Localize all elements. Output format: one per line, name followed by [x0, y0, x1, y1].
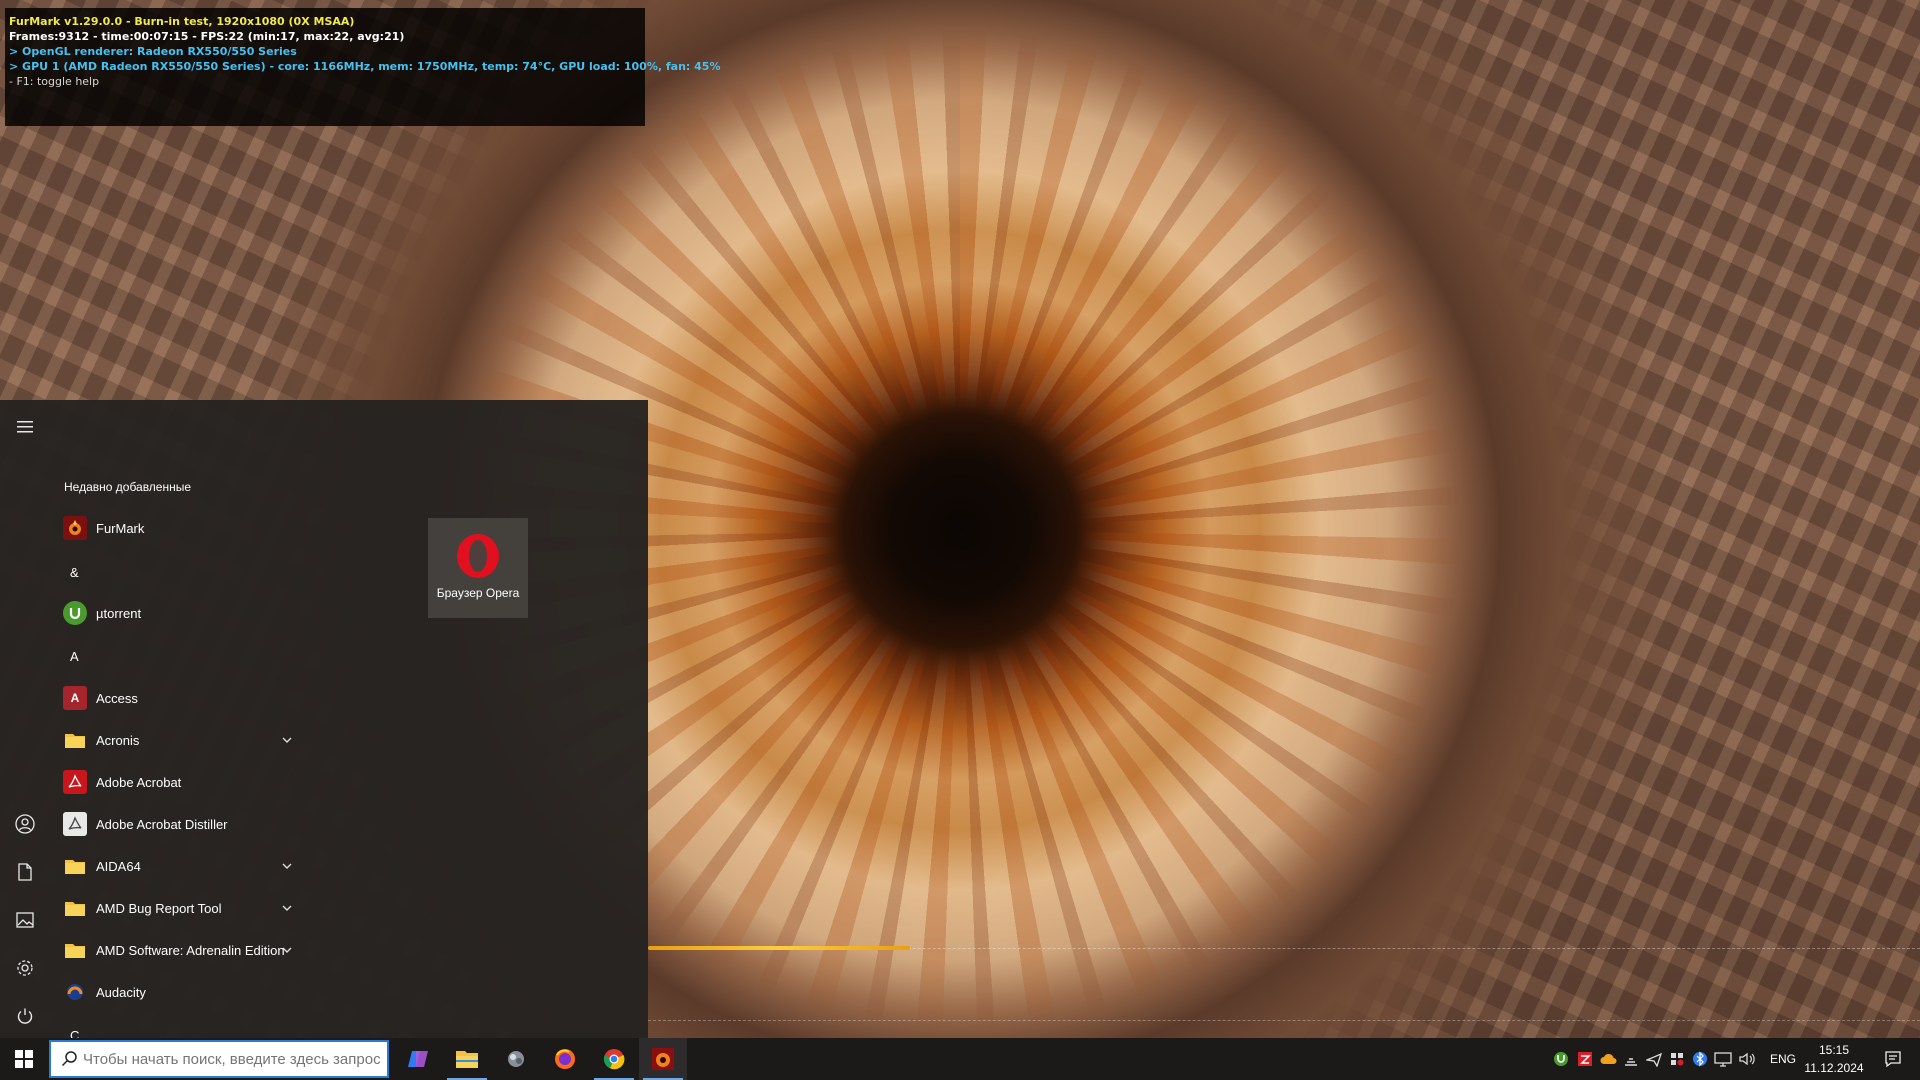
taskbar: ENG 15:15 11.12.2024	[0, 1038, 1920, 1080]
folder-icon	[63, 728, 87, 752]
recently-added-header: Недавно добавленные	[64, 480, 192, 494]
utorrent-tray-icon[interactable]	[1552, 1049, 1570, 1069]
hamburger-menu-icon[interactable]	[10, 412, 40, 442]
list-item-amd-bug-report-tool[interactable]: AMD Bug Report Tool	[50, 887, 310, 929]
windows-logo-icon	[15, 1050, 33, 1068]
list-item-acrobat-distiller[interactable]: Adobe Acrobat Distiller	[50, 803, 310, 845]
power-icon[interactable]	[10, 1001, 40, 1031]
chevron-down-icon[interactable]	[280, 901, 294, 915]
antivirus-tray-icon[interactable]	[1576, 1049, 1594, 1069]
settings-gear-icon[interactable]	[10, 953, 40, 983]
taskbar-app-file-explorer[interactable]	[443, 1038, 491, 1080]
chevron-down-icon[interactable]	[280, 733, 294, 747]
taskbar-app-chrome[interactable]	[590, 1038, 638, 1080]
letter-header[interactable]: C	[50, 1014, 310, 1039]
furmark-icon	[652, 1048, 674, 1070]
tile-opera[interactable]: Браузер Opera	[428, 518, 528, 618]
list-item-amd-software[interactable]: AMD Software: Adrenalin Edition	[50, 929, 310, 971]
documents-icon[interactable]	[10, 857, 40, 887]
volume-icon[interactable]	[1738, 1049, 1756, 1069]
clock-date: 11.12.2024	[1804, 1061, 1864, 1075]
copilot-icon	[408, 1051, 428, 1067]
furmark-temperature-trace	[648, 946, 910, 950]
furmark-frames-line: Frames:9312 - time:00:07:15 - FPS:22 (mi…	[9, 30, 405, 43]
notifications-icon	[1885, 1051, 1901, 1068]
file-explorer-icon	[456, 1051, 478, 1068]
utorrent-icon	[63, 601, 87, 625]
taskbar-app-copilot[interactable]	[394, 1038, 442, 1080]
search-input[interactable]	[79, 1044, 387, 1074]
letter-header[interactable]: A	[50, 635, 310, 677]
folder-icon	[63, 938, 87, 962]
search-icon	[61, 1051, 77, 1067]
furmark-gpu-line: > GPU 1 (AMD Radeon RX550/550 Series) - …	[9, 60, 721, 73]
list-item-label: AMD Bug Report Tool	[96, 900, 222, 916]
list-item-label: Adobe Acrobat	[96, 774, 182, 790]
list-item-acronis[interactable]: Acronis	[50, 719, 310, 761]
app-icon	[508, 1051, 524, 1067]
chrome-icon	[603, 1049, 625, 1070]
list-item-label: Acronis	[96, 732, 140, 748]
action-center-button[interactable]	[1872, 1038, 1914, 1080]
start-rail	[0, 400, 50, 1038]
list-item-furmark[interactable]: FurMark	[50, 507, 310, 549]
list-item-label: Access	[96, 690, 138, 706]
list-item-label: AIDA64	[96, 858, 141, 874]
furmark-help-line: - F1: toggle help	[9, 75, 100, 88]
taskbar-app-generic[interactable]	[492, 1038, 540, 1080]
list-item-label: AMD Software: Adrenalin Edition	[96, 942, 285, 958]
furmark-graph-baseline	[648, 1020, 1920, 1023]
pictures-icon[interactable]	[10, 905, 40, 935]
furmark-renderer-line: > OpenGL renderer: Radeon RX550/550 Seri…	[9, 45, 297, 58]
taskbar-search-box[interactable]	[49, 1040, 389, 1078]
user-account-icon[interactable]	[10, 809, 40, 839]
taskbar-app-firefox[interactable]	[541, 1038, 589, 1080]
input-language-indicator[interactable]: ENG	[1768, 1038, 1798, 1080]
taskbar-app-furmark[interactable]	[639, 1038, 687, 1080]
list-item-utorrent[interactable]: µtorrent	[50, 592, 310, 634]
acrobat-icon	[63, 770, 87, 794]
access-icon: A	[63, 686, 87, 710]
letter-header[interactable]: &	[50, 551, 310, 593]
furmark-title-line: FurMark v1.29.0.0 - Burn-in test, 1920x1…	[9, 15, 355, 28]
chevron-down-icon[interactable]	[280, 859, 294, 873]
network-tray-icon[interactable]	[1622, 1049, 1640, 1069]
distiller-icon	[63, 812, 87, 836]
cloud-tray-icon[interactable]	[1600, 1049, 1618, 1069]
list-item-label: Audacity	[96, 984, 146, 1000]
list-item-label: Adobe Acrobat Distiller	[96, 816, 228, 832]
security-tray-icon[interactable]	[1668, 1049, 1686, 1069]
bluetooth-tray-icon[interactable]	[1691, 1049, 1709, 1069]
opera-icon	[457, 534, 499, 578]
furmark-stats-overlay: FurMark v1.29.0.0 - Burn-in test, 1920x1…	[5, 8, 721, 126]
list-item-label: FurMark	[96, 520, 145, 536]
audacity-icon	[63, 980, 87, 1004]
clock-time: 15:15	[1818, 1043, 1850, 1057]
list-item-audacity[interactable]: Audacity	[50, 971, 310, 1013]
list-item-aida64[interactable]: AIDA64	[50, 845, 310, 887]
start-menu: Недавно добавленные FurMark & µtorrent A…	[0, 400, 648, 1038]
list-item-label: µtorrent	[96, 605, 142, 621]
folder-icon	[63, 896, 87, 920]
monitor-tray-icon[interactable]	[1714, 1049, 1732, 1069]
folder-icon	[63, 854, 87, 878]
chevron-down-icon[interactable]	[280, 943, 294, 957]
list-item-access[interactable]: A Access	[50, 677, 310, 719]
start-button[interactable]	[0, 1038, 48, 1080]
taskbar-clock[interactable]: 15:15 11.12.2024	[1800, 1041, 1868, 1079]
list-item-adobe-acrobat[interactable]: Adobe Acrobat	[50, 761, 310, 803]
app-list: Недавно добавленные FurMark & µtorrent A…	[50, 400, 310, 1038]
plane-tray-icon[interactable]	[1645, 1049, 1663, 1069]
tile-label: Браузер Opera	[436, 586, 520, 600]
firefox-icon	[555, 1049, 575, 1069]
furmark-icon	[63, 516, 87, 540]
